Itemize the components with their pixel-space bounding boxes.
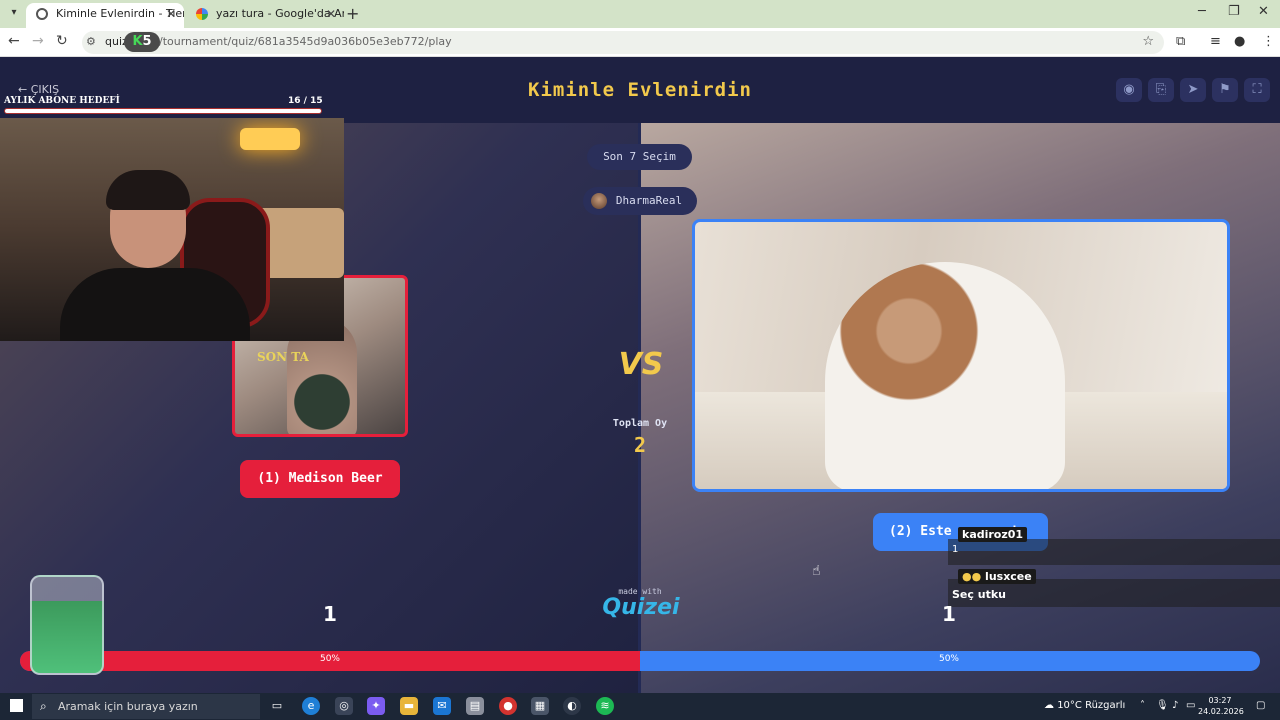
left-vote-count: 1 xyxy=(323,602,337,626)
tab-title: Kiminle Evlenirdin - Tier List, Kı xyxy=(56,7,184,20)
search-placeholder: Aramak için buraya yazın xyxy=(58,700,198,713)
outlook-icon[interactable]: ✉ xyxy=(433,697,451,715)
chrome-icon[interactable]: ◎ xyxy=(335,697,353,715)
close-tab-icon[interactable]: ✕ xyxy=(326,3,336,25)
left-image-caption: SON TA xyxy=(257,350,309,364)
edge-icon[interactable]: e xyxy=(302,697,320,715)
chat-username: ●● lusxcee xyxy=(958,569,1036,584)
forward-icon[interactable]: → xyxy=(32,33,44,49)
site-info-icon[interactable]: ⚙ xyxy=(86,35,96,48)
reload-icon[interactable]: ↻ xyxy=(56,33,68,49)
chat-message: 1 xyxy=(952,544,959,555)
bookmark-star-icon[interactable]: ☆ xyxy=(1142,34,1154,49)
tab-search-icon[interactable]: ▾ xyxy=(6,5,22,21)
left-percent-label: 50% xyxy=(319,654,340,664)
copilot-icon[interactable]: ✦ xyxy=(367,697,385,715)
sub-goal-track xyxy=(4,108,322,114)
weather-icon: ☁ xyxy=(1044,700,1054,711)
eye-icon[interactable]: ◉ xyxy=(1116,78,1142,102)
extensions-icon[interactable]: ⧉ xyxy=(1176,34,1185,49)
reading-list-icon[interactable]: ≡ xyxy=(1210,34,1221,49)
taskbar-clock[interactable]: 03:27 24.02.2026 xyxy=(1198,695,1244,717)
browser-toolbar: ← → ↻ ⚙ quizei /tournament/quiz/681a3545… xyxy=(0,28,1280,57)
tab-yazi-tura[interactable]: yazı tura - Google'da Ara ✕ xyxy=(186,3,344,28)
username: DharmaReal xyxy=(615,194,683,207)
badge-icon: ●● xyxy=(962,570,982,583)
right-percent-label: 50% xyxy=(938,654,959,664)
subscriber-goal: AYLIK ABONE HEDEFİ 16 / 15 xyxy=(0,94,324,118)
streamer-body xyxy=(60,268,250,341)
task-view-icon[interactable]: ▭ xyxy=(268,697,286,715)
vs-lightning-icon: VS xyxy=(618,347,664,382)
total-votes-label: Toplam Oy xyxy=(612,418,668,429)
url-path: /tournament/quiz/681a3545d9a036b05e3eb77… xyxy=(159,35,452,48)
minimize-icon[interactable]: ─ xyxy=(1198,4,1206,19)
browser-tab-strip: ▾ Kiminle Evlenirdin - Tier List, Kı ✕ y… xyxy=(0,0,1280,28)
app-icon[interactable]: ▤ xyxy=(466,697,484,715)
avatar xyxy=(591,193,607,209)
sub-goal-fill xyxy=(5,109,321,113)
sub-goal-count: 16 / 15 xyxy=(288,96,323,106)
tab-kiminle-evlenirdin[interactable]: Kiminle Evlenirdin - Tier List, Kı ✕ xyxy=(26,3,184,28)
taskbar-search[interactable]: ⌕ Aramak için buraya yazın xyxy=(32,694,260,719)
tray-chevron-icon[interactable]: ˄ xyxy=(1140,700,1145,711)
neon-light xyxy=(240,128,300,150)
sub-goal-label: AYLIK ABONE HEDEFİ xyxy=(4,96,120,106)
close-tab-icon[interactable]: ✕ xyxy=(166,3,176,25)
total-votes-value: 2 xyxy=(633,433,647,457)
user-badge: DharmaReal xyxy=(583,187,697,215)
left-choice-button[interactable]: (1) Medison Beer xyxy=(240,460,400,498)
microphone-icon[interactable]: 🎙 xyxy=(1156,700,1169,711)
browser-menu-icon[interactable]: ⋮ xyxy=(1262,34,1275,49)
right-person-image xyxy=(825,262,1065,489)
profile-avatar[interactable]: ● xyxy=(1234,34,1245,49)
last-choices-badge[interactable]: Son 7 Seçim xyxy=(587,144,692,170)
spotify-icon[interactable]: ≋ xyxy=(596,697,614,715)
google-favicon-icon xyxy=(196,8,208,20)
address-bar[interactable]: ⚙ quizei /tournament/quiz/681a3545d9a036… xyxy=(82,31,1164,54)
back-icon[interactable]: ← xyxy=(8,33,20,49)
notifications-icon[interactable]: ▢ xyxy=(1256,700,1265,711)
flag-icon[interactable]: ⚑ xyxy=(1212,78,1238,102)
streamer-hair xyxy=(106,170,190,210)
volume-icon[interactable]: ♪ xyxy=(1172,700,1178,711)
mouse-cursor-icon: ☝ xyxy=(812,563,821,579)
tab-title: yazı tura - Google'da Ara xyxy=(216,7,344,20)
windows-start-icon[interactable] xyxy=(10,699,23,712)
quizei-favicon-icon xyxy=(36,8,48,20)
share-icon[interactable]: ⎘ xyxy=(1148,78,1174,102)
vote-progress-bar: 50% 50% xyxy=(20,651,1260,671)
right-vote-count: 1 xyxy=(942,602,956,626)
chat-username: kadiroz01 xyxy=(958,527,1028,542)
k5-overlay-badge: K5 xyxy=(124,32,160,52)
obs-icon[interactable]: ◐ xyxy=(563,697,581,715)
chat-message-row xyxy=(948,539,1280,565)
windows-taskbar: ⌕ Aramak için buraya yazın ▭ e ◎ ✦ ▬ ✉ ▤… xyxy=(0,693,1280,720)
new-tab-button[interactable]: + xyxy=(346,4,359,23)
quizei-logo[interactable]: Quizei xyxy=(596,595,686,620)
network-icon[interactable]: ▭ xyxy=(1186,700,1195,711)
recorder-icon[interactable]: ● xyxy=(499,697,517,715)
quiz-app: ← ÇIKIŞ Kiminle Evlenirdin ◉ ⎘ ➤ ⚑ ⛶ Son… xyxy=(0,57,1280,693)
clock-date: 24.02.2026 xyxy=(1198,707,1244,716)
fullscreen-icon[interactable]: ⛶ xyxy=(1244,78,1270,102)
search-icon: ⌕ xyxy=(40,699,47,713)
send-icon[interactable]: ➤ xyxy=(1180,78,1206,102)
close-window-icon[interactable]: ✕ xyxy=(1258,4,1269,19)
chat-message: Seç utku xyxy=(952,588,1006,601)
store-icon[interactable]: ▦ xyxy=(531,697,549,715)
file-explorer-icon[interactable]: ▬ xyxy=(400,697,418,715)
right-option-image[interactable] xyxy=(692,219,1230,492)
clover-jar-overlay xyxy=(30,575,104,675)
restore-icon[interactable]: ❐ xyxy=(1228,4,1240,19)
weather-widget[interactable]: ☁ 10°C Rüzgarlı xyxy=(1044,700,1125,711)
webcam-overlay xyxy=(0,118,344,341)
clock-time: 03:27 xyxy=(1208,696,1232,705)
